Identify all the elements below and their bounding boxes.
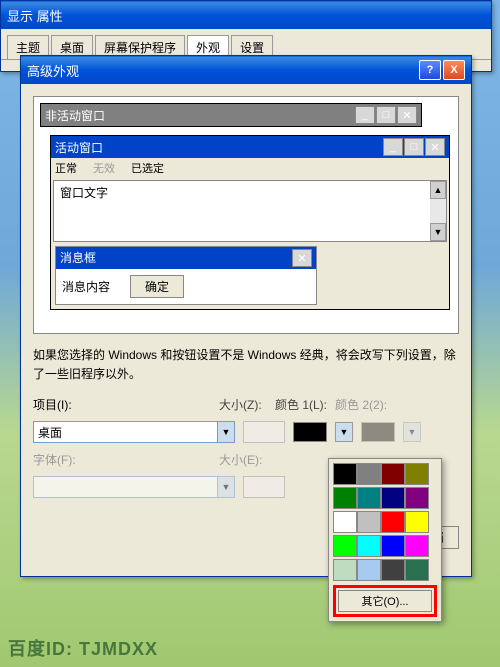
watermark-text: 百度ID: TJMDXX (8, 635, 158, 661)
display-properties-title: 显示 属性 (7, 6, 485, 25)
menu-disabled: 无效 (93, 160, 115, 176)
palette-cell[interactable] (405, 559, 429, 581)
color1-dropdown[interactable]: ▼ (335, 422, 353, 442)
item-row: 项目(I): 大小(Z): 颜色 1(L): 颜色 2(2): (33, 396, 459, 413)
palette-cell[interactable] (405, 487, 429, 509)
palette-cell[interactable] (333, 463, 357, 485)
display-properties-titlebar: 显示 属性 (1, 1, 491, 29)
scroll-up-icon: ▲ (430, 181, 446, 199)
minimize-icon: _ (383, 138, 403, 156)
scroll-down-icon: ▼ (430, 223, 446, 241)
palette-cell[interactable] (333, 511, 357, 533)
preview-message-box: 消息框 ✕ 消息内容 确定 (55, 246, 317, 305)
preview-msg-content: 消息内容 (62, 278, 110, 295)
palette-cell[interactable] (357, 559, 381, 581)
font-label: 字体(F): (33, 451, 83, 468)
palette-cell[interactable] (381, 535, 405, 557)
color1-label: 颜色 1(L): (275, 396, 327, 413)
palette-cell[interactable] (405, 463, 429, 485)
font-size-label: 大小(E): (219, 451, 267, 468)
palette-cell[interactable] (333, 559, 357, 581)
preview-textarea: 窗口文字 ▲ ▼ (53, 180, 447, 242)
preview-window-text: 窗口文字 (54, 181, 446, 204)
palette-cell[interactable] (381, 559, 405, 581)
size-label: 大小(Z): (219, 396, 267, 413)
chevron-down-icon[interactable]: ▼ (217, 422, 234, 442)
maximize-icon: □ (376, 106, 396, 124)
preview-inactive-window: 非活动窗口 _ □ ✕ (40, 103, 422, 127)
font-combo: ▼ (33, 476, 235, 498)
palette-cell[interactable] (381, 511, 405, 533)
other-color-highlight: 其它(O)... (333, 585, 437, 617)
advanced-titlebar: 高级外观 ? X (21, 56, 471, 84)
advanced-content: 非活动窗口 _ □ ✕ 活动窗口 _ □ ✕ (21, 84, 471, 518)
preview-inactive-title: 非活动窗口 (45, 107, 105, 124)
menu-selected: 已选定 (131, 160, 164, 176)
preview-scrollbar: ▲ ▼ (430, 181, 446, 241)
preview-active-title: 活动窗口 (55, 139, 103, 156)
color1-swatch[interactable] (293, 422, 327, 442)
other-color-button[interactable]: 其它(O)... (338, 590, 432, 612)
preview-inactive-titlebar: 非活动窗口 _ □ ✕ (41, 104, 421, 126)
palette-cell[interactable] (405, 535, 429, 557)
scroll-thumb (430, 199, 446, 223)
maximize-icon: □ (404, 138, 424, 156)
close-icon: ✕ (425, 138, 445, 156)
size-spinner (243, 421, 285, 443)
color2-swatch (361, 422, 395, 442)
close-icon: ✕ (292, 249, 312, 267)
palette-cell[interactable] (333, 535, 357, 557)
close-icon: ✕ (397, 106, 417, 124)
item-combo[interactable]: 桌面 ▼ (33, 421, 235, 443)
preview-area: 非活动窗口 _ □ ✕ 活动窗口 _ □ ✕ (33, 96, 459, 334)
color-palette-popup: 其它(O)... (328, 458, 442, 622)
item-controls-row: 桌面 ▼ ▼ ▼ (33, 421, 459, 443)
preview-msg-title: 消息框 (60, 249, 96, 267)
preview-menu-row: 正常 无效 已选定 (51, 158, 449, 178)
item-combo-value: 桌面 (34, 422, 217, 442)
preview-msg-titlebar: 消息框 ✕ (56, 247, 316, 269)
preview-msg-body: 消息内容 确定 (56, 269, 316, 304)
palette-cell[interactable] (357, 487, 381, 509)
color2-label: 颜色 2(2): (335, 396, 387, 413)
palette-cell[interactable] (333, 487, 357, 509)
palette-cell[interactable] (381, 463, 405, 485)
preview-active-window: 活动窗口 _ □ ✕ 正常 无效 已选定 窗口文字 ▲ (50, 135, 450, 310)
palette-cell[interactable] (405, 511, 429, 533)
minimize-icon: _ (355, 106, 375, 124)
font-size-spinner (243, 476, 285, 498)
description-text: 如果您选择的 Windows 和按钮设置不是 Windows 经典，将会改写下列… (33, 346, 459, 384)
preview-active-titlebar: 活动窗口 _ □ ✕ (51, 136, 449, 158)
font-combo-value (34, 477, 217, 497)
menu-normal: 正常 (55, 160, 77, 176)
palette-grid (333, 463, 437, 581)
help-button[interactable]: ? (419, 60, 441, 80)
palette-cell[interactable] (357, 463, 381, 485)
palette-cell[interactable] (357, 511, 381, 533)
item-label: 项目(I): (33, 396, 83, 413)
palette-cell[interactable] (357, 535, 381, 557)
palette-cell[interactable] (381, 487, 405, 509)
advanced-title: 高级外观 (27, 61, 419, 80)
preview-ok-button: 确定 (130, 275, 184, 298)
color2-dropdown: ▼ (403, 422, 421, 442)
chevron-down-icon: ▼ (217, 477, 234, 497)
close-button[interactable]: X (443, 60, 465, 80)
